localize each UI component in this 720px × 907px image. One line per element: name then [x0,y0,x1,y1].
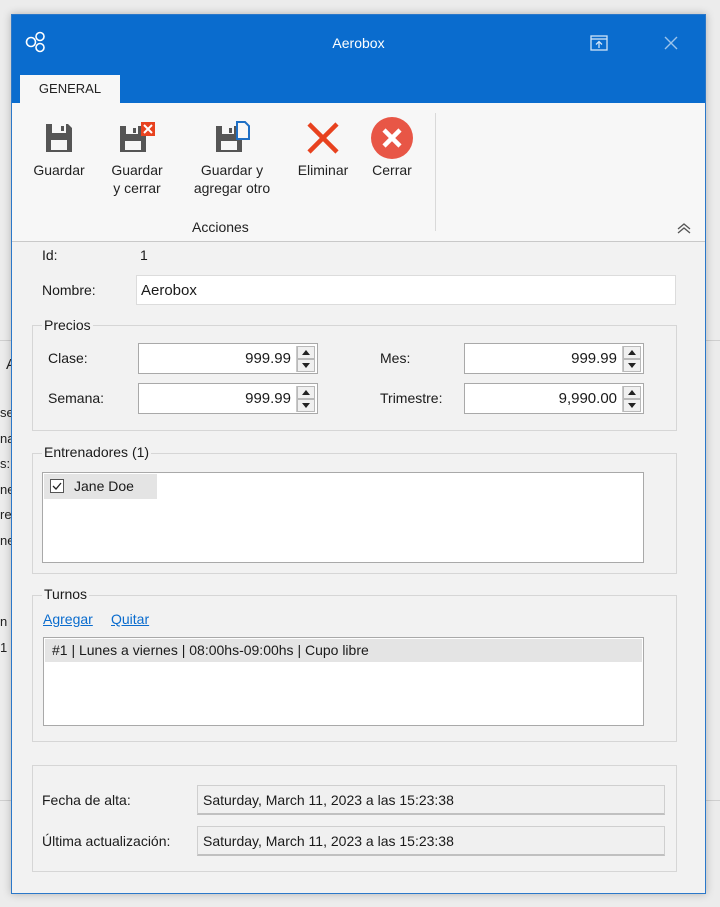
mes-input[interactable]: 999.99 [464,343,644,374]
restore-icon [590,35,608,51]
save-close-icon [120,122,155,152]
chevron-up-icon [677,223,691,234]
entrenadores-list[interactable]: Jane Doe [42,472,644,563]
checkmark-icon [52,482,62,490]
nombre-input[interactable]: Aerobox [136,275,676,305]
entrenadores-legend: Entrenadores (1) [42,444,152,460]
save-icon [46,124,72,152]
eliminar-label: Eliminar [297,162,349,178]
delete-icon [307,122,339,154]
spin-up-icon[interactable] [623,346,641,359]
precios-legend: Precios [42,317,93,333]
turnos-legend: Turnos [42,586,90,602]
spin-up-icon[interactable] [623,386,641,399]
ribbon-group-separator [435,113,436,231]
close-circle-icon [371,117,413,159]
trimestre-input[interactable]: 9,990.00 [464,383,644,414]
guardar-label: Guardar [33,162,85,178]
trimestre-label: Trimestre: [380,390,443,406]
ribbon: Guardar Guardar y cerrar Guardar y agreg… [12,103,705,242]
turnos-list[interactable]: #1 | Lunes a viernes | 08:00hs-09:00hs |… [43,637,644,726]
eliminar-button[interactable]: Eliminar [292,115,354,179]
checkbox[interactable] [50,479,64,493]
list-item[interactable]: #1 | Lunes a viernes | 08:00hs-09:00hs |… [45,639,642,662]
spin-down-icon[interactable] [623,359,641,372]
clase-value: 999.99 [245,350,291,367]
restore-button[interactable] [584,29,614,57]
ultima-actualizacion-field: Saturday, March 11, 2023 a las 15:23:38 [197,826,665,856]
cerrar-label: Cerrar [372,162,412,178]
ribbon-group-label: Acciones [192,219,249,235]
semana-input[interactable]: 999.99 [138,383,318,414]
bg-divider [706,340,720,341]
guardar-button[interactable]: Guardar [26,115,92,179]
trimestre-value: 9,990.00 [558,390,617,407]
bg-divider [0,800,11,801]
clase-input[interactable]: 999.99 [138,343,318,374]
mes-label: Mes: [380,350,411,366]
ultima-actualizacion-label: Última actualización: [42,833,171,849]
mes-value: 999.99 [571,350,617,367]
guardar-cerrar-label: Guardar y cerrar [111,162,163,196]
close-window-button[interactable] [656,29,686,57]
entrenador-name: Jane Doe [74,478,134,494]
clase-label: Clase: [48,350,88,366]
mes-spinner[interactable] [622,346,641,372]
list-item[interactable]: Jane Doe [44,474,157,499]
nombre-label: Nombre: [42,282,96,298]
semana-value: 999.99 [245,390,291,407]
dialog-window: Aerobox GENERAL Guardar Guardar y cerrar… [11,14,706,894]
guardar-cerrar-button[interactable]: Guardar y cerrar [102,115,172,197]
guardar-agregar-button[interactable]: Guardar y agregar otro [178,115,286,197]
precios-group [32,325,677,431]
semana-spinner[interactable] [296,386,315,412]
semana-label: Semana: [48,390,105,406]
spin-down-icon[interactable] [297,399,315,412]
tab-general[interactable]: GENERAL [20,75,120,103]
close-icon [664,36,678,50]
clase-spinner[interactable] [296,346,315,372]
guardar-agregar-label: Guardar y agregar otro [193,162,271,196]
id-value: 1 [140,247,148,263]
trimestre-spinner[interactable] [622,386,641,412]
spin-up-icon[interactable] [297,386,315,399]
agregar-link[interactable]: Agregar [43,611,93,627]
spin-down-icon[interactable] [623,399,641,412]
bg-divider [706,800,720,801]
title-bar: Aerobox [12,15,705,71]
spin-up-icon[interactable] [297,346,315,359]
save-new-icon [216,121,250,152]
cerrar-button[interactable]: Cerrar [364,115,420,179]
quitar-link[interactable]: Quitar [111,611,149,627]
fecha-alta-field: Saturday, March 11, 2023 a las 15:23:38 [197,785,665,815]
fecha-alta-label: Fecha de alta: [42,792,131,808]
tab-strip: GENERAL [12,71,705,103]
id-label: Id: [42,247,58,263]
spin-down-icon[interactable] [297,359,315,372]
bg-divider [0,340,11,341]
collapse-ribbon-button[interactable] [677,221,691,237]
